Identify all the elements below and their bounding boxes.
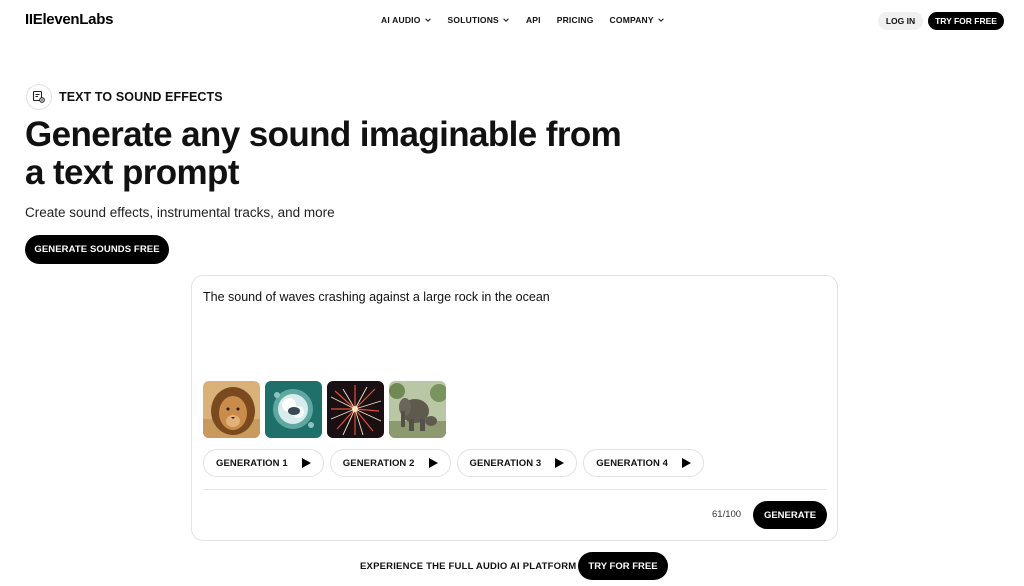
platform-cta-text: EXPERIENCE THE FULL AUDIO AI PLATFORM [360,561,577,572]
generation-label: GENERATION 1 [216,457,288,469]
nav-label: AI AUDIO [381,15,421,25]
generate-sounds-free-button[interactable]: GENERATE SOUNDS FREE [25,235,169,264]
thumbnail-ocean-waves[interactable] [265,381,322,438]
main-nav: AI AUDIO SOLUTIONS API PRICING COMPANY [381,15,665,25]
nav-label: COMPANY [609,15,654,25]
generation-4-button[interactable]: GENERATION 4 [583,449,705,477]
play-icon [682,458,692,468]
chevron-down-icon [657,18,664,22]
generate-button[interactable]: GENERATE [753,501,827,529]
nav-pricing[interactable]: PRICING [557,15,594,25]
nav-api[interactable]: API [526,15,541,25]
try-for-free-bottom-button[interactable]: TRY FOR FREE [578,552,668,580]
login-button[interactable]: LOG IN [878,12,923,30]
nav-ai-audio[interactable]: AI AUDIO [381,15,432,25]
generation-label: GENERATION 3 [469,457,542,469]
nav-company[interactable]: COMPANY [610,15,665,25]
nav-solutions[interactable]: SOLUTIONS [448,15,510,25]
generation-2-button[interactable]: GENERATION 2 [329,449,451,477]
generation-label: GENERATION 4 [596,457,669,469]
section-tag: TEXT TO SOUND EFFECTS [59,90,223,104]
prompt-input[interactable]: The sound of waves crashing against a la… [203,290,550,304]
thumbnail-fireworks[interactable] [327,381,384,438]
character-counter: 61/100 [712,509,742,520]
generation-list: GENERATION 1 GENERATION 2 GENERATION 3 G… [203,449,705,477]
logo[interactable]: IIElevenLabs [25,11,113,28]
sound-effects-icon [26,84,52,110]
try-for-free-button[interactable]: TRY FOR FREE [928,12,1004,30]
nav-label: API [525,15,541,25]
generation-1-button[interactable]: GENERATION 1 [203,449,324,477]
thumbnail-elephant[interactable] [389,381,446,438]
generation-label: GENERATION 2 [342,457,415,469]
nav-label: SOLUTIONS [447,15,499,25]
chevron-down-icon [424,18,431,22]
play-icon [555,458,565,468]
thumbnail-lion[interactable] [203,381,260,438]
sound-generator-card: The sound of waves crashing against a la… [191,275,838,541]
play-icon [301,458,311,468]
page-subtitle: Create sound effects, instrumental track… [25,205,335,220]
nav-label: PRICING [556,15,594,25]
generation-3-button[interactable]: GENERATION 3 [456,449,578,477]
divider [203,489,826,490]
play-icon [428,458,438,468]
page-title: Generate any sound imaginable from a tex… [25,115,622,192]
chevron-down-icon [503,18,509,22]
preset-thumbnails [203,381,446,438]
